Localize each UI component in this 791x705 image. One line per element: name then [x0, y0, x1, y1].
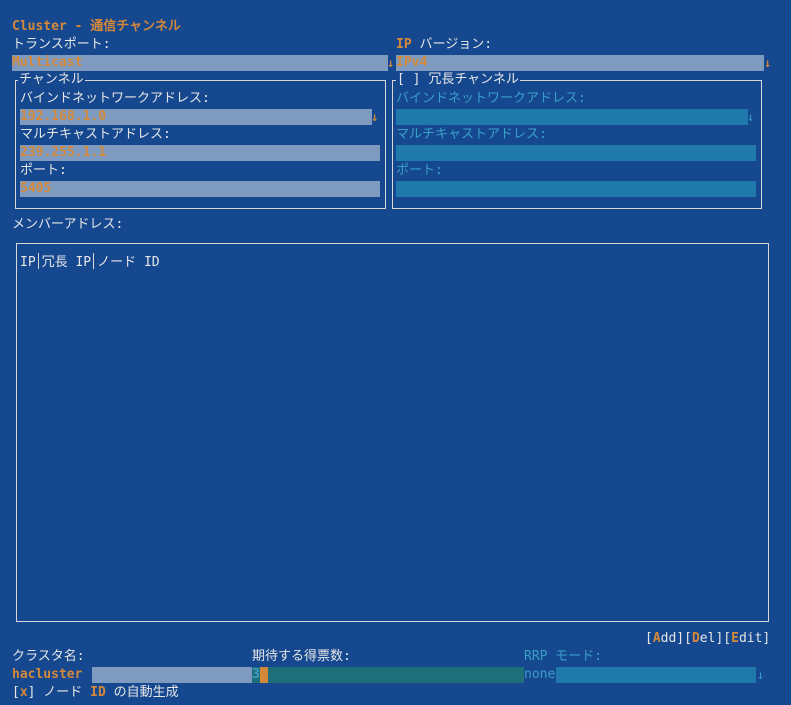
member-table-header: IP 冗長 IP ノード ID	[20, 253, 160, 272]
rrp-mode-select[interactable]	[556, 667, 756, 683]
expected-votes-input[interactable]	[252, 667, 524, 683]
add-button[interactable]: [Add]	[645, 631, 684, 646]
column-divider	[93, 253, 95, 269]
expected-votes-value: 3	[252, 667, 260, 682]
auto-node-id-checkbox[interactable]: [x] ノード ID の自動生成	[12, 684, 179, 702]
ip-version-dropdown-arrow-icon[interactable]: ↓	[764, 55, 771, 71]
redundant-bind-dropdown-arrow-icon[interactable]: ↓	[747, 109, 754, 125]
multicast-address-value: 239.255.1.1	[20, 145, 107, 160]
column-divider	[37, 253, 39, 269]
bind-address-label: バインドネットワークアドレス:	[20, 91, 210, 106]
redundant-port-label: ポート:	[396, 163, 443, 178]
redundant-channel-toggle[interactable]: [ ] 冗長チャンネル	[396, 72, 520, 88]
redundant-bind-address-label: バインドネットワークアドレス:	[396, 91, 586, 106]
port-input[interactable]	[20, 181, 380, 197]
bind-address-value: 192.168.1.0	[20, 109, 107, 124]
transport-dropdown-arrow-icon[interactable]: ↓	[387, 55, 394, 71]
redundant-multicast-input[interactable]	[396, 145, 756, 161]
transport-label: トランスポート:	[12, 37, 111, 52]
redundant-bind-address-select[interactable]	[396, 109, 748, 125]
edit-button[interactable]: [Edit]	[723, 631, 770, 646]
redundant-checkbox[interactable]: [ ]	[397, 72, 420, 87]
window-title: Cluster - 通信チャンネル	[12, 19, 181, 34]
multicast-address-label: マルチキャストアドレス:	[20, 127, 171, 142]
column-header-ip[interactable]: IP	[20, 255, 36, 270]
redundant-port-input[interactable]	[396, 181, 756, 197]
port-value: 5405	[20, 181, 52, 196]
rrp-mode-label: RRP モード:	[524, 649, 603, 664]
ip-version-select[interactable]	[396, 55, 764, 71]
member-addresses-label: メンバーアドレス:	[12, 217, 124, 232]
rrp-mode-dropdown-arrow-icon[interactable]: ↓	[757, 667, 764, 683]
cluster-name-value: hacluster	[12, 667, 83, 682]
redundant-multicast-label: マルチキャストアドレス:	[396, 127, 547, 142]
channel-frame-title: チャンネル	[18, 72, 85, 88]
delete-button[interactable]: [Del]	[684, 631, 723, 646]
port-label: ポート:	[20, 163, 67, 178]
bind-address-dropdown-arrow-icon[interactable]: ↓	[371, 109, 378, 125]
column-header-redundant-ip[interactable]: 冗長 IP	[42, 255, 91, 270]
column-header-node-id[interactable]: ノード ID	[97, 255, 159, 270]
redundant-channel-title: 冗長チャンネル	[428, 72, 519, 87]
checkbox-mark: x	[19, 685, 28, 700]
transport-value: Multicast	[12, 55, 83, 70]
rrp-mode-value: none	[524, 667, 556, 682]
member-actions: [Add][Del][Edit]	[645, 630, 770, 648]
member-table[interactable]	[16, 243, 769, 622]
text-cursor	[260, 667, 268, 683]
ip-version-label: IP バージョン:	[396, 37, 493, 52]
cluster-name-input[interactable]	[92, 667, 252, 683]
cluster-name-label: クラスタ名:	[12, 649, 85, 664]
ip-version-value: IPv4	[396, 55, 428, 70]
expected-votes-label: 期待する得票数:	[252, 649, 351, 664]
